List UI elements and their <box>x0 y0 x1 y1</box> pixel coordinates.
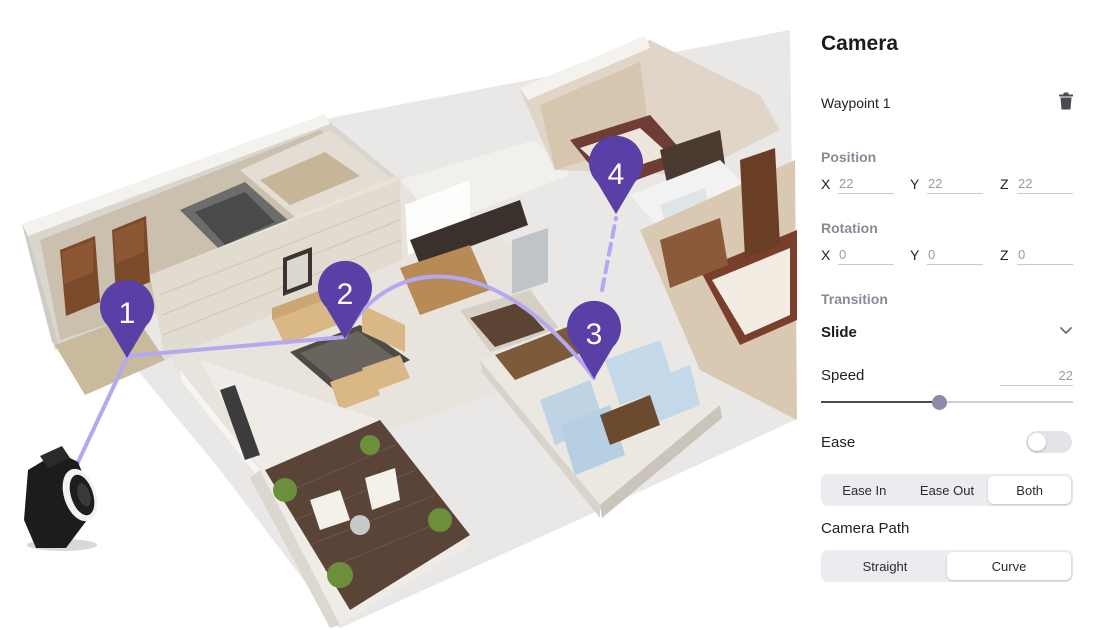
waypoint-number-4: 4 <box>608 158 625 191</box>
camera-icon[interactable] <box>24 446 104 551</box>
rotation-y-input[interactable] <box>927 245 983 265</box>
position-x-label: X <box>821 176 831 192</box>
position-x-input[interactable] <box>838 174 894 194</box>
transition-selected-value: Slide <box>821 324 857 341</box>
speed-slider[interactable] <box>821 392 1073 412</box>
position-z-input[interactable] <box>1017 174 1073 194</box>
speed-slider-fill <box>821 401 940 403</box>
ease-option-ease-out[interactable]: Ease Out <box>906 476 989 504</box>
transition-select[interactable]: Slide <box>821 322 1073 344</box>
transition-label: Transition <box>821 291 888 307</box>
rotation-z-input[interactable] <box>1017 245 1073 265</box>
rotation-x-input[interactable] <box>838 245 894 265</box>
camera-path-label: Camera Path <box>821 520 910 537</box>
path-option-straight[interactable]: Straight <box>823 552 947 580</box>
rotation-row: X Y Z <box>821 245 1073 265</box>
floorplan-scene: 1 2 3 4 <box>22 30 797 628</box>
waypoint-number-3: 3 <box>586 318 603 351</box>
speed-input[interactable] <box>1000 366 1073 386</box>
rotation-x-label: X <box>821 247 831 263</box>
ease-option-both[interactable]: Both <box>988 476 1072 504</box>
ease-label: Ease <box>821 434 856 451</box>
speed-label: Speed <box>821 367 865 384</box>
position-label: Position <box>821 149 877 165</box>
ease-option-ease-in[interactable]: Ease In <box>823 476 906 504</box>
path-option-curve[interactable]: Curve <box>947 552 1071 580</box>
camera-path-segmented: Straight Curve <box>821 550 1073 582</box>
rotation-z-label: Z <box>1000 247 1009 263</box>
position-y-label: Y <box>910 176 920 192</box>
trash-icon[interactable] <box>1058 92 1074 110</box>
waypoint-number-1: 1 <box>119 297 136 330</box>
ease-toggle-knob <box>1028 433 1046 451</box>
panel-title: Camera <box>821 32 899 55</box>
floorplan-viewport[interactable]: 1 2 3 4 <box>0 0 800 630</box>
rotation-label: Rotation <box>821 220 878 236</box>
speed-slider-thumb[interactable] <box>932 395 948 410</box>
chevron-down-icon <box>1060 327 1072 334</box>
ease-mode-segmented: Ease In Ease Out Both <box>821 474 1073 506</box>
position-z-label: Z <box>1000 176 1009 192</box>
rotation-y-label: Y <box>910 247 920 263</box>
camera-settings-panel: Camera Waypoint 1 Position X Y Z Rotatio… <box>800 0 1097 630</box>
ease-toggle[interactable] <box>1026 431 1072 453</box>
position-y-input[interactable] <box>927 174 983 194</box>
waypoint-number-2: 2 <box>337 278 354 311</box>
position-row: X Y Z <box>821 174 1073 194</box>
waypoint-label: Waypoint 1 <box>821 95 891 111</box>
